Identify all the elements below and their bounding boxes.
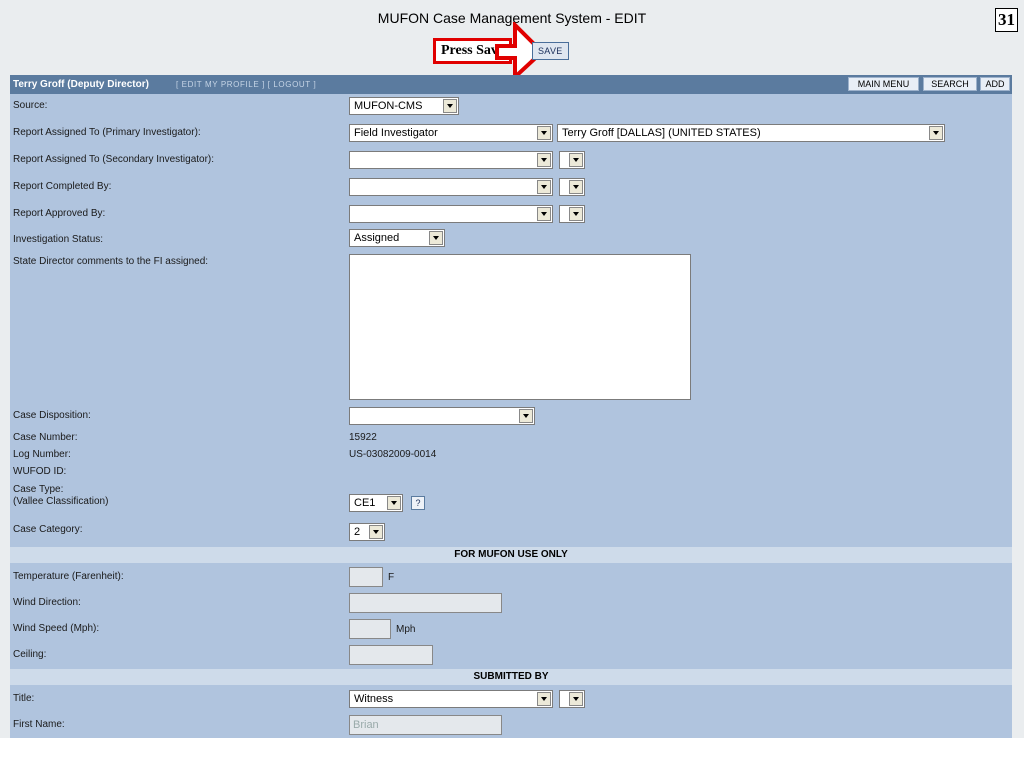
save-button[interactable]: SAVE xyxy=(532,42,569,60)
temperature-label: Temperature (Farenheit): xyxy=(13,571,124,582)
chevron-down-icon xyxy=(569,207,583,221)
wind-speed-input[interactable] xyxy=(349,619,391,639)
chevron-down-icon xyxy=(519,409,533,423)
investigation-status-select[interactable]: Assigned xyxy=(349,229,445,247)
chevron-down-icon xyxy=(569,692,583,706)
case-disposition-label: Case Disposition: xyxy=(13,410,91,421)
case-number-label: Case Number: xyxy=(13,432,78,443)
chevron-down-icon xyxy=(387,496,401,510)
source-value: MUFON-CMS xyxy=(354,100,423,112)
first-name-input[interactable]: Brian xyxy=(349,715,502,735)
case-number-value: 15922 xyxy=(349,432,377,443)
chevron-down-icon xyxy=(929,126,943,140)
title-secondary-select[interactable] xyxy=(559,690,585,708)
chevron-down-icon xyxy=(569,153,583,167)
chevron-down-icon xyxy=(569,180,583,194)
completed-by-role-select[interactable] xyxy=(349,178,553,196)
wind-speed-unit: Mph xyxy=(396,624,416,635)
title-select[interactable]: Witness xyxy=(349,690,553,708)
completed-by-label: Report Completed By: xyxy=(13,181,112,192)
title-label: Title: xyxy=(13,693,35,704)
case-disposition-select[interactable] xyxy=(349,407,535,425)
title-value: Witness xyxy=(354,693,394,705)
state-director-comments-textarea[interactable] xyxy=(349,254,691,400)
source-select[interactable]: MUFON-CMS xyxy=(349,97,459,115)
approved-by-label: Report Approved By: xyxy=(13,208,106,219)
completed-by-person-select[interactable] xyxy=(559,178,585,196)
approved-by-role-select[interactable] xyxy=(349,205,553,223)
chevron-down-icon xyxy=(537,207,551,221)
primary-investigator-value: Terry Groff [DALLAS] (UNITED STATES) xyxy=(562,127,761,139)
secondary-investigator-label: Report Assigned To (Secondary Investigat… xyxy=(13,154,215,165)
log-number-label: Log Number: xyxy=(13,449,71,460)
main-menu-button[interactable]: MAIN MENU xyxy=(848,77,919,91)
log-number-value: US-03082009-0014 xyxy=(349,449,437,460)
source-label: Source: xyxy=(13,100,48,111)
ceiling-input[interactable] xyxy=(349,645,433,665)
temperature-unit: F xyxy=(388,572,395,583)
case-type-select[interactable]: CE1 xyxy=(349,494,403,512)
search-button[interactable]: SEARCH xyxy=(923,77,977,91)
add-button[interactable]: ADD xyxy=(980,77,1010,91)
edit-profile-link[interactable]: [ EDIT MY PROFILE ] xyxy=(176,80,265,89)
temperature-input[interactable] xyxy=(349,567,383,587)
case-type-label: Case Type: xyxy=(13,484,64,495)
chevron-down-icon xyxy=(537,126,551,140)
chevron-down-icon xyxy=(537,692,551,706)
user-links: [ EDIT MY PROFILE ] [ LOGOUT ] xyxy=(176,80,316,89)
current-user-name: Terry Groff (Deputy Director) xyxy=(13,79,149,90)
wind-speed-label: Wind Speed (Mph): xyxy=(13,623,100,634)
chevron-down-icon xyxy=(537,153,551,167)
primary-role-value: Field Investigator xyxy=(354,127,438,139)
case-type-value: CE1 xyxy=(354,497,376,509)
chevron-down-icon xyxy=(429,231,443,245)
comments-label: State Director comments to the FI assign… xyxy=(13,256,209,267)
page-number-badge: 31 xyxy=(995,8,1018,32)
case-category-label: Case Category: xyxy=(13,524,83,535)
secondary-role-select[interactable] xyxy=(349,151,553,169)
case-edit-form: Terry Groff (Deputy Director) [ EDIT MY … xyxy=(10,75,1012,738)
first-name-label: First Name: xyxy=(13,719,65,730)
case-category-select[interactable]: 2 xyxy=(349,523,385,541)
secondary-investigator-select[interactable] xyxy=(559,151,585,169)
chevron-down-icon xyxy=(369,525,383,539)
wufod-label: WUFOD ID: xyxy=(13,466,67,477)
wind-direction-input[interactable] xyxy=(349,593,502,613)
approved-by-person-select[interactable] xyxy=(559,205,585,223)
wind-direction-label: Wind Direction: xyxy=(13,597,81,608)
case-category-value: 2 xyxy=(354,526,361,538)
help-icon[interactable]: ? xyxy=(411,496,425,510)
app-viewport: MUFON Case Management System - EDIT 31 P… xyxy=(0,0,1024,738)
mufon-use-only-heading: FOR MUFON USE ONLY xyxy=(10,547,1012,563)
case-type-sublabel: (Vallee Classification) xyxy=(13,496,109,507)
investigation-status-label: Investigation Status: xyxy=(13,234,104,245)
submitted-by-heading: SUBMITTED BY xyxy=(10,669,1012,685)
ceiling-label: Ceiling: xyxy=(13,649,47,660)
primary-role-select[interactable]: Field Investigator xyxy=(349,124,553,142)
chevron-down-icon xyxy=(537,180,551,194)
primary-investigator-label: Report Assigned To (Primary Investigator… xyxy=(13,127,201,138)
primary-investigator-select[interactable]: Terry Groff [DALLAS] (UNITED STATES) xyxy=(557,124,945,142)
user-header-bar: Terry Groff (Deputy Director) [ EDIT MY … xyxy=(10,75,1012,94)
investigation-status-value: Assigned xyxy=(354,232,400,244)
logout-link[interactable]: [ LOGOUT ] xyxy=(268,80,317,89)
chevron-down-icon xyxy=(443,99,457,113)
